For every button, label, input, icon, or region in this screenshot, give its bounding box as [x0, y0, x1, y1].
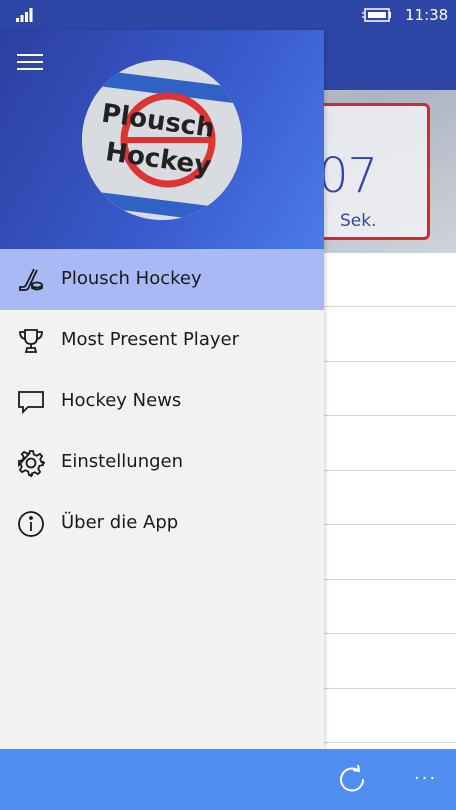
trophy-icon: [19, 329, 43, 353]
hamburger-menu-button[interactable]: [17, 54, 43, 72]
nav-item-most-present-player[interactable]: Most Present Player: [0, 310, 324, 371]
list-divider: [324, 415, 456, 416]
hockey-stick-puck-icon: [19, 268, 43, 291]
clock: 11:38: [405, 6, 449, 24]
nav-menu: Plousch Hockey Most Present Player Hocke…: [0, 249, 324, 554]
list-divider: [324, 524, 456, 525]
command-bar: [0, 749, 456, 810]
nav-item-label: Plousch Hockey: [61, 268, 202, 289]
nav-item-label: Über die App: [61, 512, 179, 533]
seconds-unit: Sek.: [340, 211, 377, 231]
info-icon: [18, 511, 44, 537]
list-divider: [324, 633, 456, 634]
list-divider: [324, 688, 456, 689]
nav-item-label: Most Present Player: [61, 329, 239, 350]
list-divider: [324, 742, 456, 743]
pane-header: Plousch Hockey: [0, 30, 324, 249]
app-logo: Plousch Hockey: [82, 60, 242, 220]
more-options-button[interactable]: ···: [414, 768, 437, 789]
status-bar: 11:38: [0, 0, 456, 30]
nav-item-hockey-news[interactable]: Hockey News: [0, 371, 324, 432]
refresh-icon[interactable]: [337, 764, 367, 794]
list-divider: [324, 306, 456, 307]
nav-item-label: Hockey News: [61, 390, 182, 411]
nav-item-ueber-die-app[interactable]: Über die App: [0, 493, 324, 554]
list-divider: [324, 361, 456, 362]
battery-charging-icon: [362, 8, 391, 22]
list-divider: [324, 470, 456, 471]
content-list: [324, 253, 456, 749]
signal-strength-icon: [16, 8, 33, 22]
gear-icon: [18, 450, 45, 477]
seconds-value: 07: [318, 148, 378, 204]
nav-item-label: Einstellungen: [61, 451, 184, 472]
logo-artwork: Plousch Hockey: [82, 60, 242, 220]
nav-item-plousch-hockey[interactable]: Plousch Hockey: [0, 249, 324, 310]
navigation-pane: Plousch Hockey Plousch Hockey Most Prese…: [0, 30, 324, 749]
chat-bubble-icon: [18, 391, 44, 415]
nav-item-einstellungen[interactable]: Einstellungen: [0, 432, 324, 493]
list-divider: [324, 579, 456, 580]
